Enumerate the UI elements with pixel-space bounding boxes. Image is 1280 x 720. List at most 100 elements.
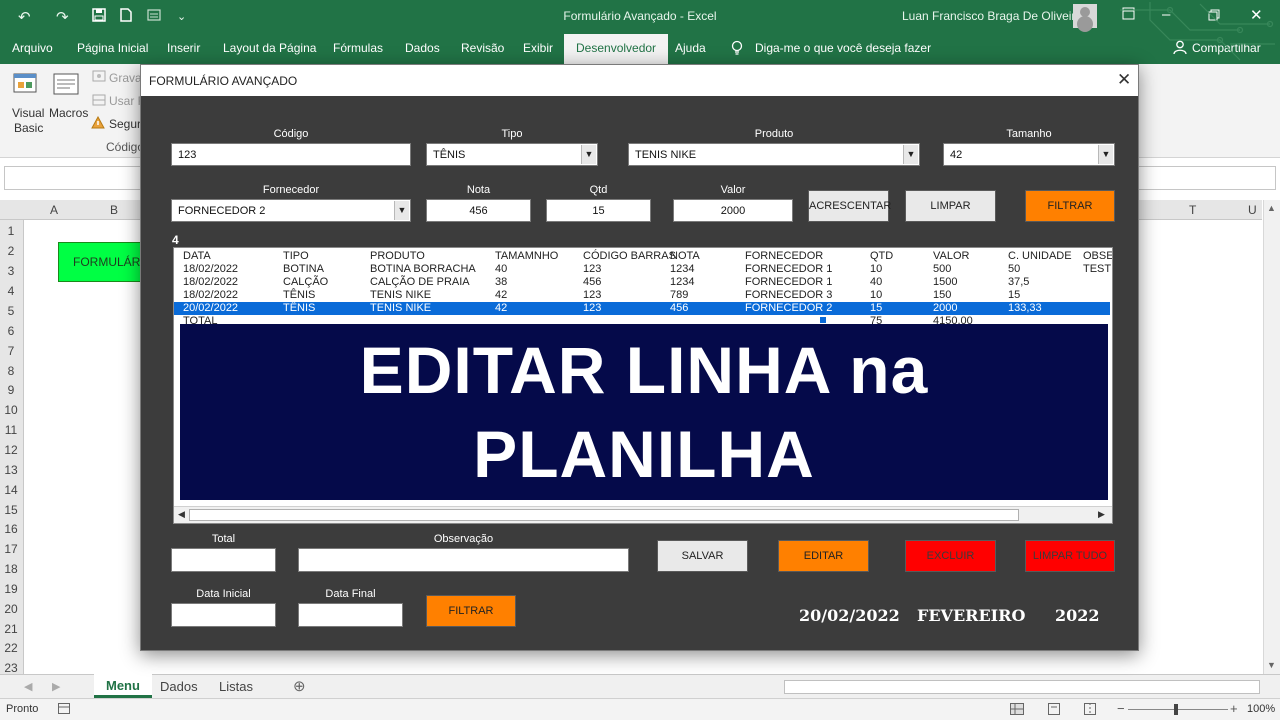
sheet-tab-listas[interactable]: Listas	[219, 679, 253, 694]
limpar-tudo-button[interactable]: LIMPAR TUDO	[1025, 540, 1115, 572]
data-final-field[interactable]	[298, 603, 403, 627]
acrescentar-button[interactable]: ACRESCENTAR	[808, 190, 891, 222]
list-header-cell: CÓDIGO BARRAS	[583, 250, 676, 262]
zoom-level[interactable]: 100%	[1247, 703, 1275, 715]
row-header[interactable]: 20	[0, 602, 22, 616]
tell-me-search[interactable]: Diga-me o que você deseja fazer	[755, 41, 931, 55]
row-header[interactable]: 21	[0, 622, 22, 636]
qtd-field[interactable]: 15	[546, 199, 651, 222]
observacao-field[interactable]	[298, 548, 629, 572]
row-header[interactable]: 6	[0, 324, 22, 338]
add-sheet-icon[interactable]: ⊕	[293, 677, 306, 695]
normal-view-icon[interactable]	[1010, 703, 1024, 718]
chevron-down-icon[interactable]: ▼	[903, 145, 918, 164]
row-header[interactable]: 22	[0, 641, 22, 655]
col-header-t[interactable]: T	[1189, 203, 1196, 217]
valor-field[interactable]: 2000	[673, 199, 793, 222]
zoom-slider-thumb[interactable]	[1174, 704, 1178, 715]
sheet-tab-menu[interactable]: Menu	[94, 674, 152, 698]
row-header[interactable]: 12	[0, 443, 22, 457]
limpar-button[interactable]: LIMPAR	[905, 190, 996, 222]
row-header[interactable]: 10	[0, 403, 22, 417]
zoom-out-icon[interactable]: −	[1117, 701, 1125, 716]
row-header[interactable]: 5	[0, 304, 22, 318]
row-header[interactable]: 7	[0, 344, 22, 358]
vertical-scrollbar[interactable]: ▲ ▼	[1263, 200, 1280, 674]
listbox-horizontal-scrollbar[interactable]: ◀ ▶	[174, 506, 1112, 523]
macros-icon[interactable]	[52, 70, 82, 103]
data-inicial-field[interactable]	[171, 603, 276, 627]
chevron-down-icon[interactable]: ▼	[1098, 145, 1113, 164]
current-date: 20/02/2022	[799, 606, 900, 625]
row-header[interactable]: 2	[0, 244, 22, 258]
row-header[interactable]: 4	[0, 284, 22, 298]
row-header[interactable]: 14	[0, 483, 22, 497]
row-header[interactable]: 15	[0, 503, 22, 517]
list-item-selected[interactable]: 20/02/2022 TÊNIS TENIS NIKE 42 123 456 F…	[174, 302, 1110, 315]
salvar-button[interactable]: SALVAR	[657, 540, 748, 572]
next-sheet-icon[interactable]: ▶	[52, 680, 60, 693]
tamanho-select[interactable]: 42 ▼	[943, 143, 1115, 166]
row-header[interactable]: 11	[0, 423, 22, 437]
nota-field[interactable]: 456	[426, 199, 531, 222]
visual-basic-icon[interactable]	[12, 70, 40, 103]
total-field[interactable]	[171, 548, 276, 572]
listbox-scroll-thumb[interactable]	[189, 509, 1019, 521]
list-item[interactable]: 18/02/2022 CALÇÃO CALÇÃO DE PRAIA 38 456…	[174, 276, 1110, 289]
horizontal-sheet-scrollbar[interactable]	[784, 680, 1260, 694]
zoom-slider[interactable]	[1128, 709, 1228, 710]
prev-sheet-icon[interactable]: ◀	[24, 680, 32, 693]
zoom-in-icon[interactable]: +	[1230, 701, 1238, 716]
filtrar-top-button[interactable]: FILTRAR	[1025, 190, 1115, 222]
list-item[interactable]: 18/02/2022 BOTINA BOTINA BORRACHA 40 123…	[174, 263, 1112, 276]
scroll-up-icon[interactable]: ▲	[1267, 203, 1276, 213]
current-year: 2022	[1055, 606, 1100, 625]
page-layout-view-icon[interactable]	[1048, 703, 1060, 718]
codigo-field[interactable]: 123	[171, 143, 411, 166]
tab-desenvolvedor[interactable]: Desenvolvedor	[564, 34, 669, 64]
editar-button[interactable]: EDITAR	[778, 540, 869, 572]
col-header-u[interactable]: U	[1248, 203, 1257, 217]
records-listbox[interactable]: DATA TIPO PRODUTO TAMAMNHO CÓDIGO BARRAS…	[173, 247, 1113, 524]
row-header[interactable]: 18	[0, 562, 22, 576]
sheet-tab-dados[interactable]: Dados	[160, 679, 198, 694]
tab-ajuda[interactable]: Ajuda	[675, 41, 706, 55]
tab-arquivo[interactable]: Arquivo	[12, 41, 53, 55]
fornecedor-select[interactable]: FORNECEDOR 2 ▼	[171, 199, 411, 222]
chevron-down-icon[interactable]: ▼	[581, 145, 596, 164]
scroll-left-icon[interactable]: ◀	[178, 509, 185, 520]
produto-select[interactable]: TENIS NIKE ▼	[628, 143, 920, 166]
row-header[interactable]: 13	[0, 463, 22, 477]
relative-ref-icon[interactable]	[92, 94, 106, 109]
tipo-select[interactable]: TÊNIS ▼	[426, 143, 598, 166]
col-header-a[interactable]: A	[50, 203, 58, 217]
warning-icon[interactable]	[91, 115, 105, 132]
row-header[interactable]: 8	[0, 364, 22, 378]
scroll-down-icon[interactable]: ▼	[1267, 660, 1276, 670]
row-header[interactable]: 1	[0, 224, 22, 238]
tab-inserir[interactable]: Inserir	[167, 41, 200, 55]
row-header[interactable]: 23	[0, 661, 22, 675]
avatar[interactable]	[1073, 4, 1097, 28]
tab-layout-da-pagina[interactable]: Layout da Página	[223, 41, 316, 55]
list-item[interactable]: 18/02/2022 TÊNIS TENIS NIKE 42 123 789 F…	[174, 289, 1110, 302]
row-header[interactable]: 9	[0, 383, 22, 397]
tab-revisao[interactable]: Revisão	[461, 41, 504, 55]
filtrar-bottom-button[interactable]: FILTRAR	[426, 595, 516, 627]
row-header[interactable]: 3	[0, 264, 22, 278]
record-macro-icon[interactable]	[92, 70, 106, 85]
tab-dados[interactable]: Dados	[405, 41, 440, 55]
macro-record-status-icon[interactable]	[58, 703, 70, 717]
scroll-right-icon[interactable]: ▶	[1098, 509, 1105, 520]
row-header[interactable]: 16	[0, 522, 22, 536]
page-break-view-icon[interactable]	[1084, 703, 1096, 718]
tab-exibir[interactable]: Exibir	[523, 41, 553, 55]
col-header-b[interactable]: B	[110, 203, 118, 217]
tab-formulas[interactable]: Fórmulas	[333, 41, 383, 55]
tab-pagina-inicial[interactable]: Página Inicial	[77, 41, 148, 55]
dialog-close-icon[interactable]: ✕	[1117, 70, 1131, 90]
row-header[interactable]: 17	[0, 542, 22, 556]
excluir-button[interactable]: EXCLUIR	[905, 540, 996, 572]
row-header[interactable]: 19	[0, 582, 22, 596]
chevron-down-icon[interactable]: ▼	[394, 201, 409, 220]
